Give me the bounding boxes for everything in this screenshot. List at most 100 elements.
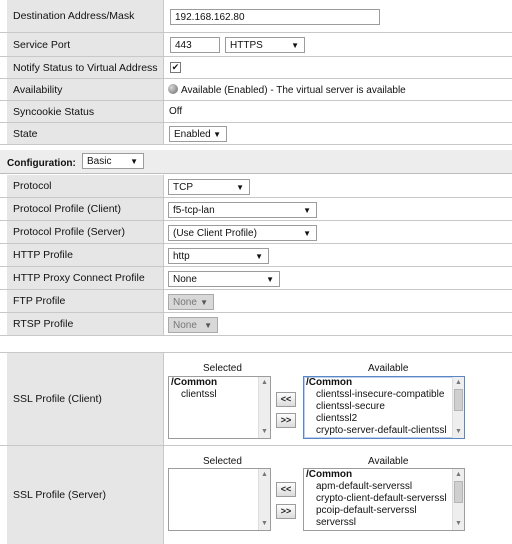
scrollbar[interactable]: ▲ ▼ — [258, 377, 270, 438]
http-proxy-connect-profile-select[interactable]: None ▼ — [168, 271, 280, 287]
list-item[interactable]: clientssl-secure — [304, 401, 464, 413]
move-right-button[interactable]: >> — [276, 504, 296, 519]
http-profile-label: HTTP Profile — [7, 244, 164, 266]
ftp-profile-label: FTP Profile — [7, 290, 164, 312]
row-notify: Notify Status to Virtual Address ✔ — [0, 57, 512, 79]
scroll-thumb[interactable] — [454, 481, 463, 503]
list-item[interactable]: clientssl-insecure-compatible — [304, 389, 464, 401]
http-profile-value: http — [173, 251, 190, 262]
status-circle-icon — [168, 84, 178, 94]
configuration-title: Configuration: — [7, 158, 76, 169]
state-select[interactable]: Enabled ▼ — [169, 126, 227, 142]
ssl-client-available-list[interactable]: /Common clientssl-insecure-compatible cl… — [303, 376, 465, 439]
row-destination: Destination Address/Mask 192.168.162.80 — [0, 0, 512, 33]
dropdown-arrow-icon: ▼ — [213, 130, 221, 139]
scroll-thumb[interactable] — [454, 389, 463, 411]
scroll-down-icon[interactable]: ▼ — [453, 519, 464, 529]
row-rtsp-profile: RTSP Profile None ▼ — [0, 313, 512, 336]
protocol-profile-server-select[interactable]: (Use Client Profile) ▼ — [168, 225, 317, 241]
service-port-select[interactable]: HTTPS ▼ — [225, 37, 305, 53]
row-protocol-profile-server: Protocol Profile (Server) (Use Client Pr… — [0, 221, 512, 244]
row-http-proxy-connect-profile: HTTP Proxy Connect Profile None ▼ — [0, 267, 512, 290]
scrollbar[interactable]: ▲ ▼ — [258, 469, 270, 530]
destination-label: Destination Address/Mask — [7, 0, 164, 32]
row-syncookie: Syncookie Status Off — [0, 101, 512, 123]
dropdown-arrow-icon: ▼ — [266, 275, 274, 284]
protocol-select[interactable]: TCP ▼ — [168, 179, 250, 195]
row-service-port: Service Port 443 HTTPS ▼ — [0, 33, 512, 57]
configuration-mode-value: Basic — [87, 156, 112, 167]
dropdown-arrow-icon: ▼ — [303, 229, 311, 238]
dropdown-arrow-icon: ▼ — [291, 41, 299, 50]
syncookie-value: Off — [169, 106, 183, 117]
list-item[interactable]: crypto-server-default-clientssl — [304, 425, 464, 437]
list-group-header: /Common — [306, 377, 353, 388]
scroll-up-icon[interactable]: ▲ — [453, 470, 464, 480]
ssl-server-selected-list[interactable]: ▲ ▼ — [168, 468, 271, 531]
row-availability: Availability Available (Enabled) - The v… — [0, 79, 512, 101]
move-left-button[interactable]: << — [276, 482, 296, 497]
dropdown-arrow-icon: ▼ — [204, 321, 212, 330]
scroll-up-icon[interactable]: ▲ — [453, 378, 464, 388]
scrollbar[interactable]: ▲ ▼ — [452, 469, 464, 530]
protocol-profile-server-value: (Use Client Profile) — [173, 228, 257, 239]
row-ssl-profile-server: SSL Profile (Server) Selected Available … — [0, 446, 512, 544]
configuration-mode-select[interactable]: Basic ▼ — [82, 153, 144, 169]
notify-label: Notify Status to Virtual Address — [7, 57, 164, 78]
configuration-header: Configuration: Basic ▼ — [0, 150, 512, 174]
list-group-header: /Common — [306, 469, 353, 480]
scrollbar[interactable]: ▲ ▼ — [452, 377, 464, 438]
availability-value: Available (Enabled) - The virtual server… — [168, 84, 406, 96]
scroll-down-icon[interactable]: ▼ — [259, 519, 270, 529]
row-protocol: Protocol TCP ▼ — [0, 175, 512, 198]
ssl-client-selected-list[interactable]: /Common clientssl ▲ ▼ — [168, 376, 271, 439]
http-proxy-connect-profile-label: HTTP Proxy Connect Profile — [7, 267, 164, 289]
syncookie-label: Syncookie Status — [7, 101, 164, 122]
http-proxy-connect-profile-value: None — [173, 274, 197, 285]
list-item[interactable]: clientssl — [169, 389, 270, 401]
check-icon: ✔ — [171, 62, 180, 72]
list-item[interactable]: crypto-client-default-serverssl — [304, 493, 464, 505]
dropdown-arrow-icon: ▼ — [130, 157, 138, 166]
destination-input[interactable]: 192.168.162.80 — [170, 9, 380, 25]
ssl-server-selected-heading: Selected — [203, 456, 242, 467]
ssl-server-available-heading: Available — [368, 456, 409, 467]
protocol-profile-client-label: Protocol Profile (Client) — [7, 198, 164, 220]
availability-label: Availability — [7, 79, 164, 100]
dropdown-arrow-icon: ▼ — [200, 298, 208, 307]
scroll-down-icon[interactable]: ▼ — [453, 427, 464, 437]
dropdown-arrow-icon: ▼ — [303, 206, 311, 215]
dropdown-arrow-icon: ▼ — [255, 252, 263, 261]
scroll-up-icon[interactable]: ▲ — [259, 470, 270, 480]
row-http-profile: HTTP Profile http ▼ — [0, 244, 512, 267]
move-right-button[interactable]: >> — [276, 413, 296, 428]
list-item[interactable]: apm-default-serverssl — [304, 481, 464, 493]
ssl-profile-server-label: SSL Profile (Server) — [7, 446, 164, 544]
list-item[interactable]: pcoip-default-serverssl — [304, 505, 464, 517]
http-profile-select[interactable]: http ▼ — [168, 248, 269, 264]
protocol-profile-client-value: f5-tcp-lan — [173, 205, 215, 216]
list-group-header: /Common — [171, 377, 218, 388]
scroll-up-icon[interactable]: ▲ — [259, 378, 270, 388]
state-select-value: Enabled — [174, 129, 211, 140]
row-state: State Enabled ▼ — [0, 123, 512, 145]
row-protocol-profile-client: Protocol Profile (Client) f5-tcp-lan ▼ — [0, 198, 512, 221]
service-port-label: Service Port — [7, 33, 164, 56]
notify-checkbox[interactable]: ✔ — [170, 62, 181, 73]
list-item[interactable]: clientssl2 — [304, 413, 464, 425]
protocol-label: Protocol — [7, 175, 164, 197]
ssl-client-selected-heading: Selected — [203, 363, 242, 374]
state-label: State — [7, 123, 164, 144]
scroll-down-icon[interactable]: ▼ — [259, 427, 270, 437]
protocol-profile-client-select[interactable]: f5-tcp-lan ▼ — [168, 202, 317, 218]
rtsp-profile-select: None ▼ — [168, 317, 218, 333]
ftp-profile-value: None — [173, 297, 197, 308]
service-port-input[interactable]: 443 — [170, 37, 220, 53]
ssl-server-available-list[interactable]: /Common apm-default-serverssl crypto-cli… — [303, 468, 465, 531]
move-left-button[interactable]: << — [276, 392, 296, 407]
rtsp-profile-value: None — [173, 320, 197, 331]
rtsp-profile-label: RTSP Profile — [7, 313, 164, 335]
list-item[interactable]: serverssl — [304, 517, 464, 529]
availability-text: Available (Enabled) - The virtual server… — [181, 85, 406, 96]
protocol-select-value: TCP — [173, 182, 193, 193]
